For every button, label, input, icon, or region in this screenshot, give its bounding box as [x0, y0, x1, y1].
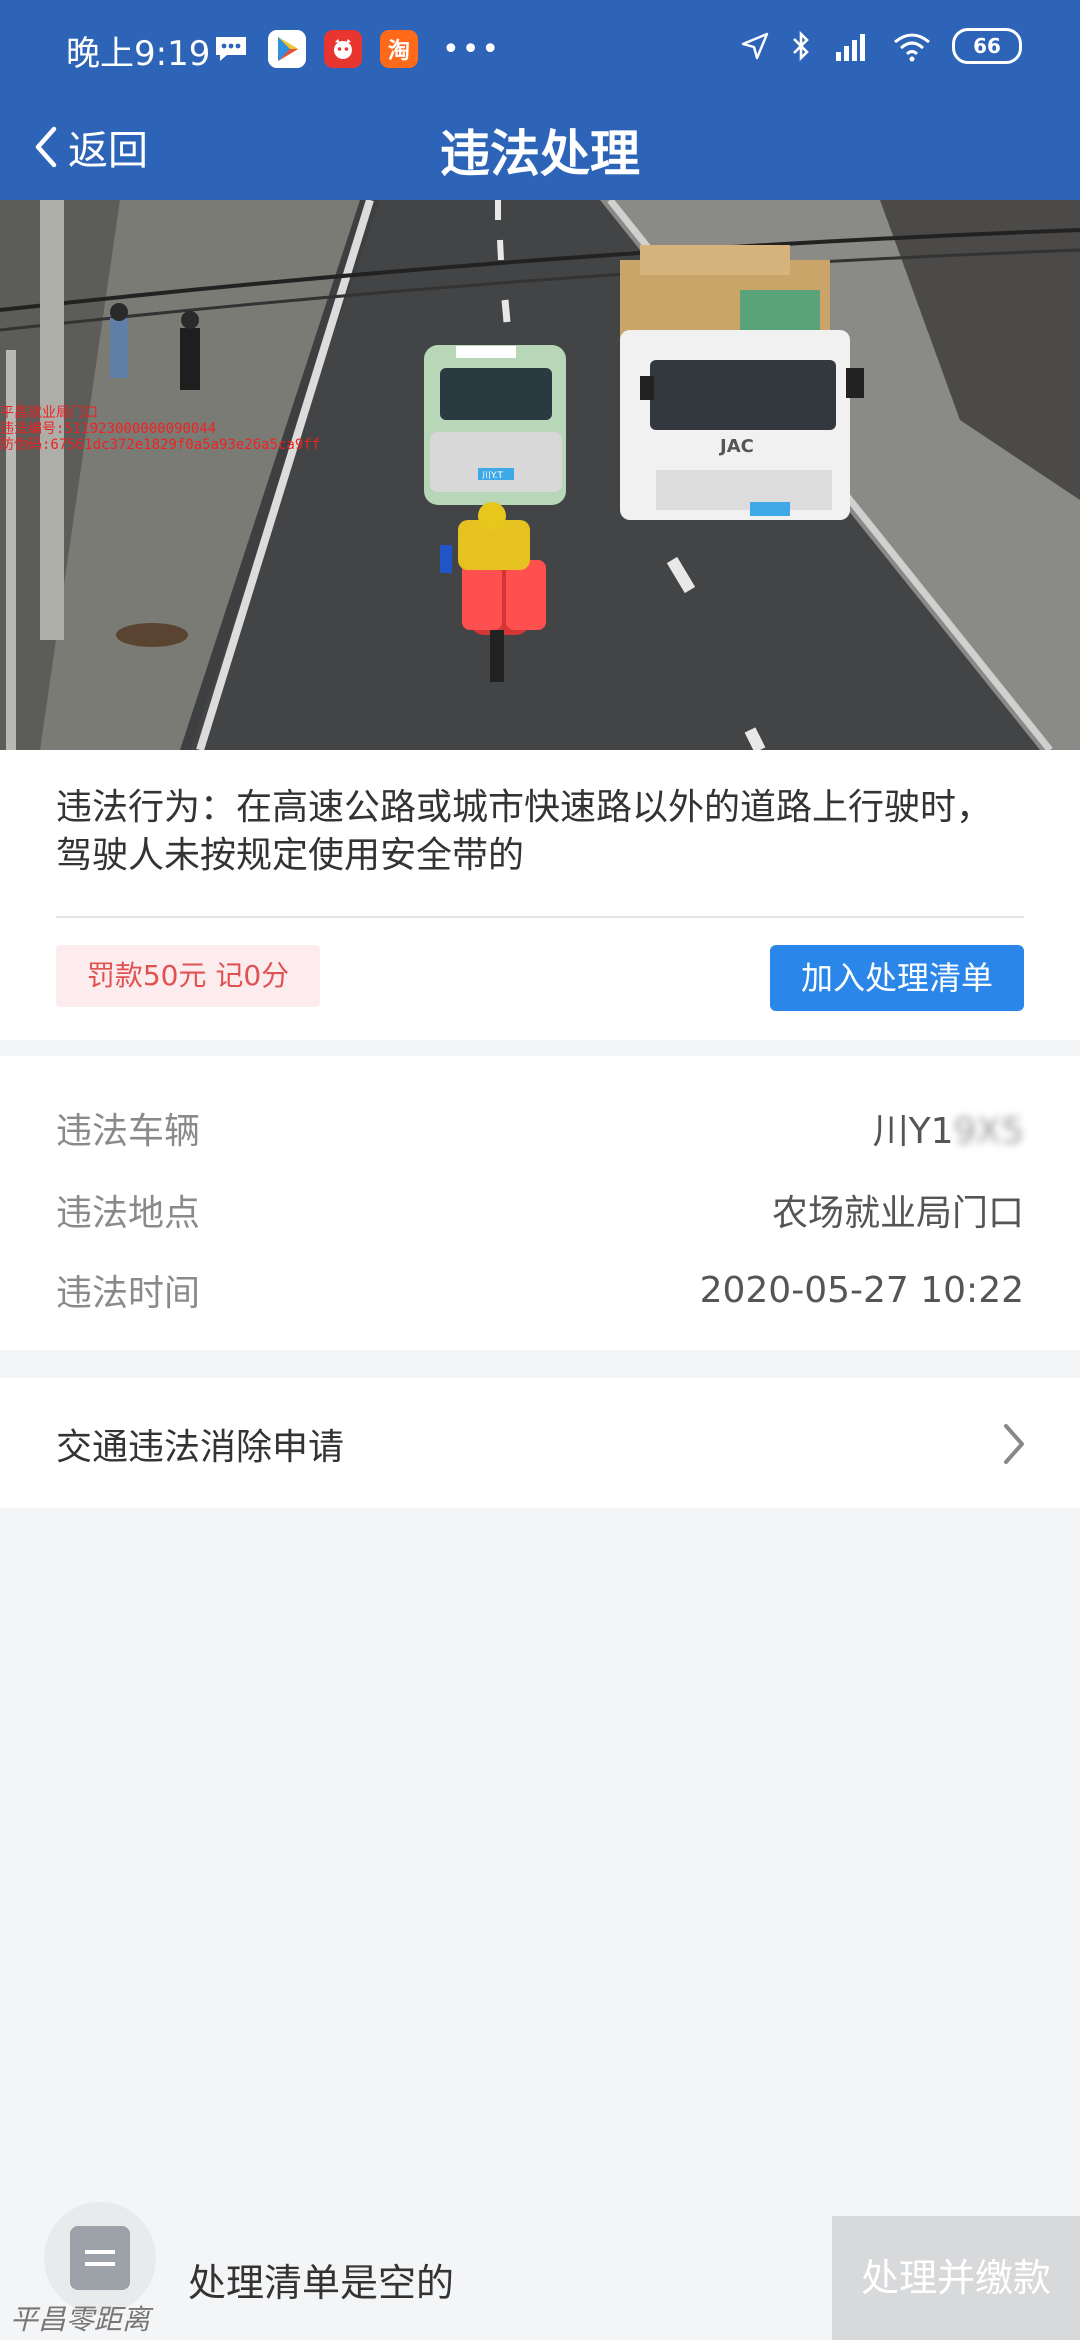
notification-icons: 淘 •••	[212, 30, 501, 68]
battery-icon: 66	[952, 28, 1022, 64]
time-row: 违法时间 2020-05-27 10:22	[56, 1260, 1024, 1320]
penalty-badge: 罚款50元 记0分	[56, 945, 320, 1007]
street-scene-image: 川Y.T JAC	[0, 200, 1080, 750]
taobao-icon: 淘	[380, 30, 418, 68]
photo-overlay-text: 平昌就业局门口 违法编号:511923000000090044 防伪码:6756…	[0, 405, 320, 453]
play-store-icon	[268, 30, 306, 68]
vehicle-plate-suffix: 5	[1001, 1111, 1024, 1152]
system-icons: 66	[740, 28, 1022, 64]
nav-bar: 返回 违法处理	[0, 100, 1080, 200]
signal-icon	[836, 34, 865, 61]
vehicle-plate-prefix: 川Y1	[872, 1111, 954, 1152]
overlay-line: 违法编号:511923000000090044	[0, 421, 217, 437]
taxi-plate: 川Y.T	[482, 471, 504, 481]
bottom-bar: 处理清单是空的 处理并缴款	[0, 2202, 1080, 2340]
cancel-request-label: 交通违法消除申请	[56, 1427, 345, 1468]
status-time: 晚上9:19	[66, 34, 211, 74]
wifi-icon	[894, 33, 930, 62]
violation-photo[interactable]: 川Y.T JAC 平昌就业局门口 违法编号:511923000000090044…	[0, 200, 1080, 750]
vehicle-plate-blurred: 9X	[953, 1111, 1002, 1152]
details-card: 违法车辆 川Y19X5 违法地点 农场就业局门口 违法时间 2020-05-27…	[0, 1056, 1080, 1350]
add-to-list-button[interactable]: 加入处理清单	[770, 945, 1024, 1011]
location-row: 违法地点 农场就业局门口	[56, 1180, 1024, 1240]
process-and-pay-button[interactable]: 处理并缴款	[832, 2216, 1080, 2340]
truck-brand: JAC	[718, 436, 754, 457]
vehicle-row: 违法车辆 川Y19X5	[56, 1098, 1024, 1158]
time-value: 2020-05-27 10:22	[699, 1269, 1024, 1311]
violation-card: 违法行为：在高速公路或城市快速路以外的道路上行驶时，驾驶人未按规定使用安全带的 …	[0, 750, 1080, 1040]
vehicle-value: 川Y19X5	[873, 1102, 1024, 1154]
list-icon	[70, 2226, 130, 2290]
violation-cancel-request-row[interactable]: 交通违法消除申请	[0, 1378, 1080, 1508]
more-notifications-icon: •••	[442, 31, 502, 67]
overlay-line: 防伪码:67561dc372e1829f0a5a93e26a5ca9ff	[0, 437, 321, 453]
status-bar: 晚上9:19 淘 ••• 66	[0, 0, 1080, 100]
pinduoduo-icon	[324, 30, 362, 68]
page-title: 违法处理	[440, 125, 640, 183]
empty-list-text: 处理清单是空的	[188, 2261, 455, 2305]
watermark: 平昌零距离	[10, 2303, 151, 2336]
message-icon	[212, 30, 250, 68]
time-label: 违法时间	[56, 1273, 201, 1314]
violation-description: 违法行为：在高速公路或城市快速路以外的道路上行驶时，驾驶人未按规定使用安全带的	[56, 787, 993, 876]
location-value: 农场就业局门口	[771, 1193, 1024, 1234]
location-label: 违法地点	[56, 1193, 201, 1234]
chevron-right-icon	[1004, 1424, 1024, 1464]
divider	[56, 916, 1024, 918]
overlay-line: 平昌就业局门口	[0, 405, 98, 421]
bluetooth-icon	[793, 30, 809, 62]
vehicle-label: 违法车辆	[56, 1111, 201, 1152]
location-icon	[741, 32, 769, 60]
